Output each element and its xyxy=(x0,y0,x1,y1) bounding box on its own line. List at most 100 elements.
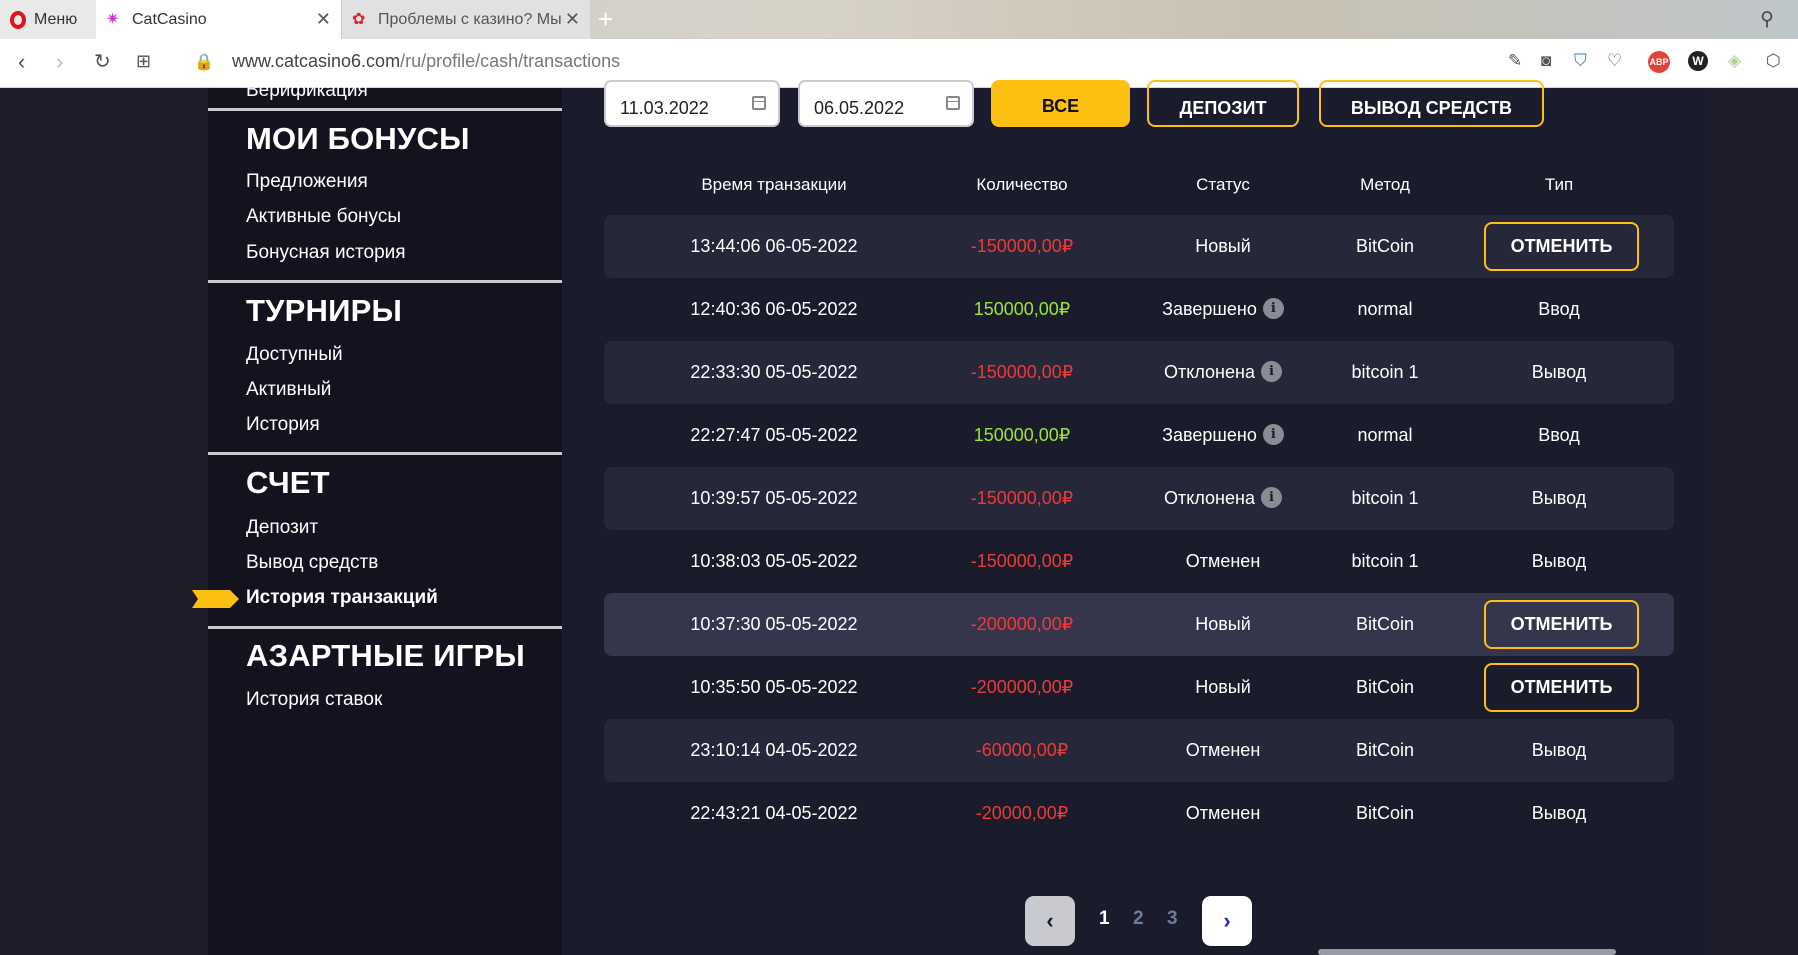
cell-method-text: normal xyxy=(1357,425,1413,445)
chevron-left-icon: ‹ xyxy=(1046,908,1054,933)
cell-time-text: 10:39:57 05-05-2022 xyxy=(690,488,858,508)
table-row: 13:44:06 06-05-2022 -150000,00₽ Новый BitCo… xyxy=(604,215,1674,278)
filter-deposit-button[interactable]: ДЕПОЗИТ xyxy=(1147,80,1299,127)
info-icon[interactable]: i xyxy=(1262,423,1284,445)
back-icon[interactable]: ‹ xyxy=(18,49,25,75)
active-item-pointer-icon xyxy=(192,590,239,608)
cell-amount: -200000,00₽ xyxy=(922,593,1122,656)
tab-catcasino[interactable]: ✷ CatCasino ✕ xyxy=(96,0,342,39)
table-row: 22:33:30 05-05-2022 -150000,00₽ Отклонена i… xyxy=(604,341,1674,404)
sidebar-item-verification[interactable]: Верификация xyxy=(246,80,368,102)
sidebar-item-bonus-history[interactable]: Бонусная история xyxy=(246,242,406,264)
table-row: 22:27:47 05-05-2022 150000,00₽ Завершено i n… xyxy=(604,404,1674,467)
cell-type: Вывод xyxy=(1459,341,1659,404)
sidebar-item-available[interactable]: Доступный xyxy=(246,344,343,366)
tab-close-icon[interactable]: ✕ xyxy=(316,9,331,30)
menu-label: Меню xyxy=(34,10,78,28)
new-tab-icon[interactable]: + xyxy=(598,4,613,35)
info-icon[interactable]: i xyxy=(1262,297,1284,319)
cell-time-text: 22:33:30 05-05-2022 xyxy=(690,362,858,382)
opera-menu-button[interactable]: Меню xyxy=(0,0,96,39)
column-header-time: Время транзакции xyxy=(701,175,847,194)
cell-time: 22:43:21 04-05-2022 xyxy=(674,782,874,845)
vpn-shield-icon[interactable]: ⛉ xyxy=(1574,51,1587,71)
cell-status-text: Отменен xyxy=(1185,803,1261,823)
horizontal-scrollbar[interactable] xyxy=(1318,949,1616,955)
reload-icon[interactable]: ↻ xyxy=(94,49,111,74)
info-icon[interactable]: i xyxy=(1260,486,1282,508)
forward-icon[interactable]: › xyxy=(56,49,63,75)
cell-amount-text: 150000,00₽ xyxy=(973,425,1071,445)
cell-amount: -150000,00₽ xyxy=(922,467,1122,530)
speed-dial-icon[interactable]: ⊞ xyxy=(136,51,151,72)
w-extension-icon[interactable]: W xyxy=(1688,51,1708,71)
pagination-next-button[interactable]: › xyxy=(1202,896,1252,946)
sidebar-item-bet-history[interactable]: История ставок xyxy=(246,689,382,711)
pagination-page-3[interactable]: 3 xyxy=(1167,908,1178,930)
cell-type-text: Вывод xyxy=(1531,740,1587,760)
tab-casino-problems[interactable]: ✿ Проблемы с казино? Мы ✕ xyxy=(342,0,590,39)
cell-method-text: bitcoin 1 xyxy=(1351,551,1419,571)
sidebar-heading-tournaments: ТУРНИРЫ xyxy=(246,293,402,328)
cell-type-text: Вывод xyxy=(1531,551,1587,571)
sidebar-divider xyxy=(208,452,565,455)
sidebar-item-active-bonuses[interactable]: Активные бонусы xyxy=(246,206,401,228)
cell-status-text: Завершено xyxy=(1162,425,1257,445)
sidebar-divider xyxy=(208,108,565,111)
cell-type: Вывод xyxy=(1459,467,1659,530)
cell-amount-text: -150000,00₽ xyxy=(970,236,1074,256)
cancel-transaction-button[interactable]: ОТМЕНИТЬ xyxy=(1484,663,1639,712)
edit-icon[interactable]: ✎ xyxy=(1508,51,1522,71)
pagination-prev-button[interactable]: ‹ xyxy=(1025,896,1075,946)
cell-time: 10:35:50 05-05-2022 xyxy=(674,656,874,719)
cell-status-text: Отклонена xyxy=(1164,362,1255,382)
tab-title: Проблемы с казино? Мы xyxy=(378,10,562,28)
filter-all-button[interactable]: ВСЕ xyxy=(991,80,1130,127)
heart-icon[interactable]: ♡ xyxy=(1607,51,1622,71)
cube-extension-icon[interactable]: ◈ xyxy=(1728,51,1741,71)
cell-type-text: Вывод xyxy=(1531,488,1587,508)
info-icon[interactable]: i xyxy=(1260,360,1282,382)
table-row: 23:10:14 04-05-2022 -60000,00₽ Отменен BitC… xyxy=(604,719,1674,782)
filter-withdraw-button[interactable]: ВЫВОД СРЕДСТВ xyxy=(1319,80,1544,127)
calendar-icon[interactable] xyxy=(752,96,766,110)
pagination-page-2[interactable]: 2 xyxy=(1133,908,1144,930)
cell-time-text: 12:40:36 06-05-2022 xyxy=(690,299,858,319)
table-row: 12:40:36 06-05-2022 150000,00₽ Завершено i n… xyxy=(604,278,1674,341)
sidebar-divider xyxy=(208,280,565,283)
cell-method: bitcoin 1 xyxy=(1285,341,1485,404)
cell-time-text: 10:37:30 05-05-2022 xyxy=(690,614,858,634)
camera-icon[interactable]: ◙ xyxy=(1541,51,1551,71)
search-tabs-icon[interactable]: ⚲ xyxy=(1760,8,1774,31)
cell-type: Вывод xyxy=(1459,782,1659,845)
cancel-transaction-button[interactable]: ОТМЕНИТЬ xyxy=(1484,600,1639,649)
cell-method-text: BitCoin xyxy=(1355,740,1415,760)
date-to-input[interactable]: 06.05.2022 xyxy=(798,80,974,127)
sidebar-item-offers[interactable]: Предложения xyxy=(246,171,368,193)
tab-close-icon[interactable]: ✕ xyxy=(565,9,580,30)
cell-method: normal xyxy=(1285,404,1485,467)
url-field[interactable]: www.catcasino6.com/ru/profile/cash/trans… xyxy=(232,51,620,72)
cell-time: 23:10:14 04-05-2022 xyxy=(674,719,874,782)
profile-sidebar: Верификация МОИ БОНУСЫ Предложения Актив… xyxy=(208,80,565,955)
sidebar-item-deposit[interactable]: Депозит xyxy=(246,517,318,539)
cancel-transaction-button[interactable]: ОТМЕНИТЬ xyxy=(1484,222,1639,271)
cell-status-text: Отменен xyxy=(1185,740,1261,760)
pagination-page-1[interactable]: 1 xyxy=(1099,908,1110,930)
cell-method-text: bitcoin 1 xyxy=(1351,488,1419,508)
extensions-icon[interactable]: ⬡ xyxy=(1766,51,1781,71)
cell-type: Вывод xyxy=(1459,530,1659,593)
sidebar-item-history[interactable]: История xyxy=(246,414,320,436)
cell-type-text: Вывод xyxy=(1531,362,1587,382)
sidebar-item-withdraw[interactable]: Вывод средств xyxy=(246,552,378,574)
column-header-method: Метод xyxy=(1360,175,1410,194)
sidebar-item-transaction-history[interactable]: История транзакций xyxy=(246,587,438,609)
sidebar-item-active[interactable]: Активный xyxy=(246,379,331,401)
date-from-input[interactable]: 11.03.2022 xyxy=(604,80,780,127)
cell-amount-text: -200000,00₽ xyxy=(970,614,1074,634)
adblock-icon[interactable]: ABP xyxy=(1648,51,1670,73)
cell-amount: -150000,00₽ xyxy=(922,530,1122,593)
calendar-icon[interactable] xyxy=(946,96,960,110)
transactions-panel: 11.03.2022 06.05.2022 ВСЕ ДЕПОЗИТ ВЫВОД … xyxy=(562,80,1710,955)
cell-amount-text: -150000,00₽ xyxy=(970,551,1074,571)
